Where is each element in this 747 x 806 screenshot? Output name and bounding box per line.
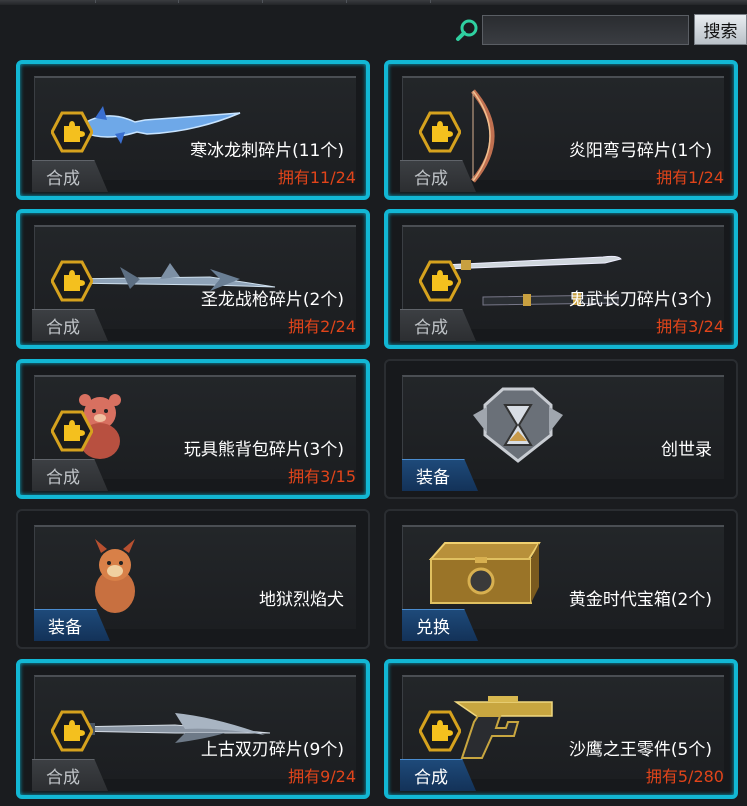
item-card[interactable]: 上古双刃碎片(9个) 拥有9/24 合成: [16, 659, 370, 799]
owned-count: 拥有1/24: [656, 168, 724, 187]
item-name: 寒冰龙刺碎片(11个): [190, 141, 344, 161]
owned-count: 拥有11/24: [277, 168, 356, 187]
item-card[interactable]: 圣龙战枪碎片(2个) 拥有2/24 合成: [16, 209, 370, 349]
item-name: 玩具熊背包碎片(3个): [183, 440, 344, 460]
item-name: 上古双刃碎片(9个): [200, 740, 344, 760]
item-card[interactable]: 创世录 装备: [384, 359, 738, 499]
item-card[interactable]: 沙鹰之王零件(5个) 拥有5/280 合成: [384, 659, 738, 799]
chest-image: [425, 537, 545, 611]
item-name: 创世录: [661, 440, 712, 460]
item-card[interactable]: 黄金时代宝箱(2个) 兑换: [384, 509, 738, 649]
puzzle-piece-icon: [50, 710, 94, 752]
tab-divider: [430, 0, 431, 3]
owned-count: 拥有9/24: [288, 767, 356, 786]
item-name: 鬼武长刀碎片(3个): [568, 290, 712, 310]
search-input[interactable]: [482, 15, 689, 45]
puzzle-piece-icon: [418, 710, 462, 752]
puzzle-piece-icon: [50, 410, 94, 452]
item-name: 炎阳弯弓碎片(1个): [568, 141, 712, 161]
item-card[interactable]: 玩具熊背包碎片(3个) 拥有3/15 合成: [16, 359, 370, 499]
item-name: 圣龙战枪碎片(2个): [200, 290, 344, 310]
owned-count: 拥有2/24: [288, 317, 356, 336]
item-card[interactable]: 地狱烈焰犬 装备: [16, 509, 370, 649]
tab-divider: [95, 0, 96, 3]
search-button[interactable]: 搜索: [694, 14, 747, 45]
puzzle-piece-icon: [418, 111, 462, 153]
item-card[interactable]: 炎阳弯弓碎片(1个) 拥有1/24 合成: [384, 60, 738, 200]
puzzle-piece-icon: [50, 260, 94, 302]
item-name: 地狱烈焰犬: [259, 590, 344, 610]
item-name: 黄金时代宝箱(2个): [568, 590, 712, 610]
tab-bar: [0, 0, 747, 5]
item-card[interactable]: 鬼武长刀碎片(3个) 拥有3/24 合成: [384, 209, 738, 349]
owned-count: 拥有5/280: [645, 767, 724, 786]
search-icon[interactable]: [455, 18, 479, 42]
pistol-image: [448, 692, 558, 766]
hourglass-badge-image: [473, 385, 563, 469]
tab-divider: [346, 0, 347, 3]
owned-count: 拥有3/24: [656, 317, 724, 336]
tab-divider: [178, 0, 179, 3]
tab-divider: [262, 0, 263, 3]
item-name: 沙鹰之王零件(5个): [568, 740, 712, 760]
puzzle-piece-icon: [50, 111, 94, 153]
puzzle-piece-icon: [418, 260, 462, 302]
item-card[interactable]: 寒冰龙刺碎片(11个) 拥有11/24 合成: [16, 60, 370, 200]
owned-count: 拥有3/15: [288, 467, 356, 486]
